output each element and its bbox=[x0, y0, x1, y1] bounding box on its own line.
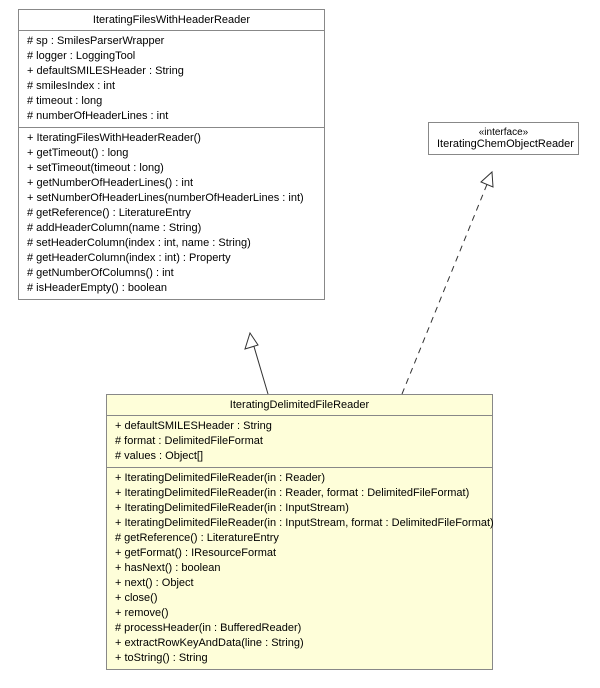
interface-title: «interface» IteratingChemObjectReader bbox=[429, 123, 578, 154]
member-row: + next() : Object bbox=[115, 576, 484, 591]
member-row: + getFormat() : IResourceFormat bbox=[115, 546, 484, 561]
stereotype-label: «interface» bbox=[437, 127, 570, 138]
member-row: # timeout : long bbox=[27, 94, 316, 109]
member-row: + remove() bbox=[115, 606, 484, 621]
member-row: + defaultSMILESHeader : String bbox=[27, 64, 316, 79]
member-row: # getHeaderColumn(index : int) : Propert… bbox=[27, 251, 316, 266]
interface-iterating-chem-object-reader: «interface» IteratingChemObjectReader bbox=[428, 122, 579, 155]
attributes-section: + defaultSMILESHeader : String# format :… bbox=[107, 416, 492, 468]
member-row: # addHeaderColumn(name : String) bbox=[27, 221, 316, 236]
member-row: + getNumberOfHeaderLines() : int bbox=[27, 176, 316, 191]
member-row: + toString() : String bbox=[115, 651, 484, 666]
member-row: + setNumberOfHeaderLines(numberOfHeaderL… bbox=[27, 191, 316, 206]
member-row: + IteratingFilesWithHeaderReader() bbox=[27, 131, 316, 146]
member-row: # isHeaderEmpty() : boolean bbox=[27, 281, 316, 296]
member-row: + IteratingDelimitedFileReader(in : Read… bbox=[115, 486, 484, 501]
member-row: + defaultSMILESHeader : String bbox=[115, 419, 484, 434]
member-row: # format : DelimitedFileFormat bbox=[115, 434, 484, 449]
member-row: + getTimeout() : long bbox=[27, 146, 316, 161]
operations-section: + IteratingFilesWithHeaderReader()+ getT… bbox=[19, 128, 324, 299]
member-row: # processHeader(in : BufferedReader) bbox=[115, 621, 484, 636]
member-row: + hasNext() : boolean bbox=[115, 561, 484, 576]
class-iterating-files-with-header-reader: IteratingFilesWithHeaderReader # sp : Sm… bbox=[18, 9, 325, 300]
member-row: # setHeaderColumn(index : int, name : St… bbox=[27, 236, 316, 251]
member-row: + IteratingDelimitedFileReader(in : Inpu… bbox=[115, 516, 484, 531]
member-row: + IteratingDelimitedFileReader(in : Read… bbox=[115, 471, 484, 486]
class-iterating-delimited-file-reader: IteratingDelimitedFileReader + defaultSM… bbox=[106, 394, 493, 670]
class-title: IteratingDelimitedFileReader bbox=[107, 395, 492, 416]
member-row: + extractRowKeyAndData(line : String) bbox=[115, 636, 484, 651]
member-row: # smilesIndex : int bbox=[27, 79, 316, 94]
member-row: # logger : LoggingTool bbox=[27, 49, 316, 64]
member-row: # numberOfHeaderLines : int bbox=[27, 109, 316, 124]
interface-name: IteratingChemObjectReader bbox=[437, 138, 570, 150]
member-row: # getNumberOfColumns() : int bbox=[27, 266, 316, 281]
member-row: # values : Object[] bbox=[115, 449, 484, 464]
member-row: # sp : SmilesParserWrapper bbox=[27, 34, 316, 49]
class-title: IteratingFilesWithHeaderReader bbox=[19, 10, 324, 31]
member-row: # getReference() : LiteratureEntry bbox=[27, 206, 316, 221]
member-row: + IteratingDelimitedFileReader(in : Inpu… bbox=[115, 501, 484, 516]
attributes-section: # sp : SmilesParserWrapper# logger : Log… bbox=[19, 31, 324, 128]
member-row: + setTimeout(timeout : long) bbox=[27, 161, 316, 176]
member-row: # getReference() : LiteratureEntry bbox=[115, 531, 484, 546]
operations-section: + IteratingDelimitedFileReader(in : Read… bbox=[107, 468, 492, 669]
member-row: + close() bbox=[115, 591, 484, 606]
